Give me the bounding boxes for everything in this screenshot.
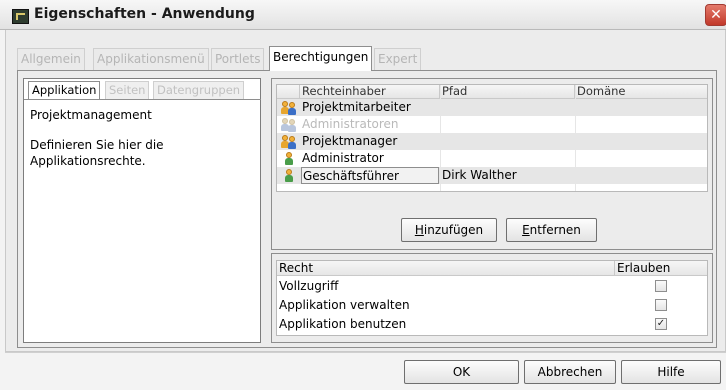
owner-name: Geschäftsführer [301, 167, 439, 184]
owner-path: Dirk Walther [442, 168, 517, 182]
owner-path [442, 150, 574, 167]
user-icon [281, 151, 299, 166]
ok-button[interactable]: OK [404, 360, 519, 384]
owner-path [442, 99, 574, 116]
tab-portlets[interactable]: Portlets [211, 48, 265, 70]
add-button-mnemonic: H [414, 223, 424, 237]
window-title: Eigenschaften - Anwendung [34, 6, 255, 22]
remove-button-mnemonic: E [522, 223, 530, 237]
allow-checkbox[interactable] [655, 280, 667, 292]
tab-expert[interactable]: Expert [374, 48, 422, 70]
owner-path [442, 133, 574, 150]
owners-header-path[interactable]: Pfad [440, 85, 575, 99]
rights-row: Applikation verwalten [277, 296, 707, 315]
allow-checkbox-checked[interactable]: ✓ [655, 318, 667, 330]
subtab-datengruppen[interactable]: Datengruppen [153, 81, 245, 99]
owners-header-domain[interactable]: Domäne [575, 85, 707, 99]
rights-row: Vollzugriff [277, 277, 707, 296]
title-bar: Eigenschaften - Anwendung ✕ [0, 0, 726, 30]
rights-table: Recht Erlauben Vollzugriff Applikation v… [276, 260, 708, 336]
right-label: Applikation verwalten [279, 298, 410, 312]
owners-header-icon [277, 85, 300, 99]
rights-header-right[interactable]: Recht [277, 261, 615, 276]
rights-row: Applikation benutzen ✓ [277, 315, 707, 334]
group-icon [281, 134, 299, 149]
subtab-applikation[interactable]: Applikation [28, 81, 101, 99]
owner-name: Administratoren [302, 117, 399, 131]
tab-applikationsmenue[interactable]: Applikationsmenü [93, 48, 209, 70]
owner-name: Projektmanager [302, 134, 398, 148]
rights-header-allow[interactable]: Erlauben [615, 261, 707, 276]
table-row[interactable]: Administratoren [277, 116, 707, 133]
cancel-button[interactable]: Abbrechen [524, 360, 616, 384]
owner-path [442, 116, 574, 133]
subtab-divider [24, 99, 261, 100]
owner-name: Projektmitarbeiter [302, 100, 411, 114]
remove-button[interactable]: Entfernen [506, 218, 597, 242]
right-label: Applikation benutzen [279, 317, 407, 331]
owners-header-name[interactable]: Rechteinhaber [300, 85, 440, 99]
remove-button-label: ntfernen [529, 223, 581, 237]
bottom-separator [5, 352, 726, 353]
owners-table: Rechteinhaber Pfad Domäne Projektmitarbe… [276, 84, 708, 192]
add-button[interactable]: Hinzufügen [401, 218, 497, 242]
application-name: Projektmanagement [30, 108, 152, 122]
right-label: Vollzugriff [279, 279, 339, 293]
application-description: Definieren Sie hier die Applikationsrech… [30, 138, 164, 168]
add-button-label: inzufügen [423, 223, 484, 237]
close-icon[interactable]: ✕ [705, 4, 726, 26]
app-icon [12, 9, 29, 24]
table-row[interactable]: Projektmitarbeiter [277, 99, 707, 116]
group-icon [281, 100, 299, 115]
table-row[interactable]: Administrator [277, 150, 707, 167]
owner-name: Administrator [302, 151, 384, 165]
allow-checkbox[interactable] [655, 299, 667, 311]
tab-allgemein[interactable]: Allgemein [17, 48, 85, 70]
tab-berechtigungen[interactable]: Berechtigungen [269, 46, 373, 71]
help-button[interactable]: Hilfe [621, 360, 721, 384]
table-row-selected[interactable]: Geschäftsführer Dirk Walther [277, 167, 707, 184]
group-icon [281, 117, 299, 132]
table-row[interactable]: Projektmanager [277, 133, 707, 150]
subtab-seiten[interactable]: Seiten [105, 81, 150, 99]
user-icon [281, 168, 299, 183]
